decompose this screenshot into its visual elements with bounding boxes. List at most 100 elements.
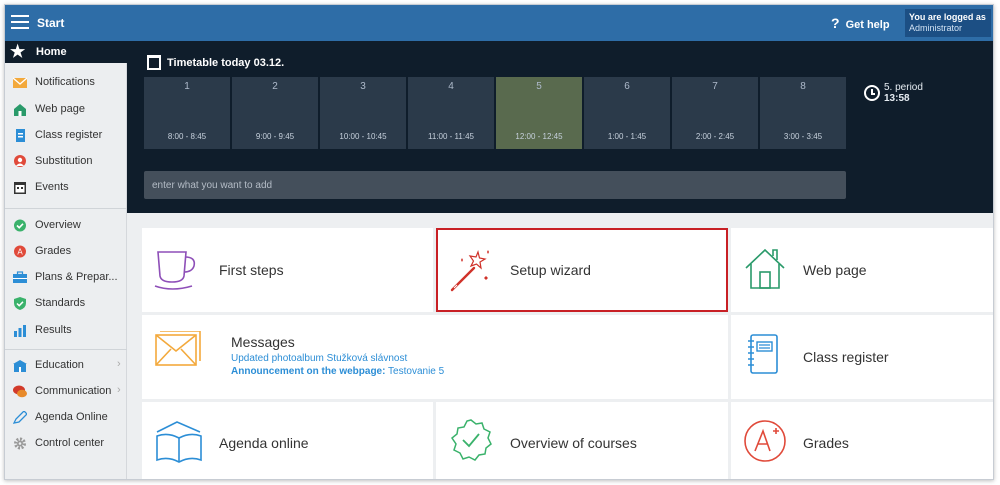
slot-time: 12:00 - 12:45 [515,132,563,141]
sidebar-item-events[interactable]: Events [5,178,127,198]
sidebar: ★ Home Notifications Web page Class regi… [5,41,127,479]
get-help-label: Get help [845,19,890,31]
tile-overview-of-courses[interactable]: Overview of courses [436,402,728,479]
username: Administrator [909,23,963,33]
slot-number: 4 [448,81,454,92]
current-period: 5. period 13:58 [884,82,923,104]
sidebar-item-grades[interactable]: A Grades [5,242,127,262]
timetable-panel: Timetable today 03.12. 1 8:00 - 8:45 2 9… [127,41,993,213]
bar-chart-icon [14,325,26,337]
announcement-label: Announcement on the webpage: [231,366,386,377]
slot-number: 7 [712,81,718,92]
sidebar-divider [5,349,127,350]
timetable-slot-3[interactable]: 3 10:00 - 10:45 [320,77,406,149]
slot-time: 10:00 - 10:45 [339,132,387,141]
calendar-icon [147,55,161,70]
slot-time: 8:00 - 8:45 [167,132,207,141]
sidebar-item-overview[interactable]: Overview [5,216,127,236]
tile-messages[interactable]: Messages Updated photoalbum Stužková slá… [142,315,728,399]
app-title: Start [37,16,65,30]
sidebar-item-web-page[interactable]: Web page [5,100,127,120]
question-icon: ? [831,15,840,31]
tile-class-register[interactable]: Class register [731,315,993,399]
tile-agenda-online[interactable]: Agenda online [142,402,433,479]
sidebar-item-label: Standards [35,297,86,309]
house-icon [745,248,785,289]
tile-title: Grades [803,435,849,451]
slot-time: 2:00 - 2:45 [695,132,735,141]
sidebar-item-label: Events [35,181,69,193]
timetable-slot-2[interactable]: 2 9:00 - 9:45 [232,77,318,149]
tile-first-steps[interactable]: First steps [142,228,433,312]
period-label: 5. period [884,82,923,93]
grade-a-plus-icon [744,420,786,462]
pen-icon [13,411,27,424]
chevron-right-icon: › [117,358,121,370]
envelope-icon [13,77,27,88]
announcement-value: Testovanie 5 [385,366,445,377]
teacup-icon [154,251,196,290]
envelope-icon [155,331,201,366]
tile-title: Agenda online [219,435,309,451]
briefcase-icon [13,271,27,283]
sidebar-item-notifications[interactable]: Notifications [5,73,127,93]
sidebar-item-control-center[interactable]: Control center [5,434,127,454]
sidebar-item-label: Results [35,324,72,336]
slot-number: 5 [536,81,542,92]
school-icon [13,360,27,372]
sidebar-item-label: Web page [35,103,85,115]
sidebar-item-label: Agenda Online [35,411,108,423]
house-icon [14,104,26,116]
tile-web-page[interactable]: Web page [731,228,993,312]
message-announcement[interactable]: Announcement on the webpage: Testovanie … [231,365,444,378]
sidebar-item-label: Plans & Prepar... [35,271,118,283]
tile-title: Messages [231,334,295,350]
check-badge-icon [450,419,492,461]
tile-title: First steps [219,262,284,278]
sidebar-item-label: Grades [35,245,72,257]
open-book-icon [156,421,202,463]
person-icon [14,155,26,167]
sidebar-item-education[interactable]: Education › [5,356,127,376]
sidebar-item-agenda-online[interactable]: Agenda Online [5,408,127,428]
dashboard-tiles: First steps Setup wizard Web page Messag… [127,213,993,479]
user-account-box[interactable]: You are logged as Administrator [905,9,991,37]
chat-icon [13,385,27,398]
timetable-slots: 1 8:00 - 8:45 2 9:00 - 9:45 3 10:00 - 10… [144,77,846,149]
timetable-slot-7[interactable]: 7 2:00 - 2:45 [672,77,758,149]
timetable-slot-1[interactable]: 1 8:00 - 8:45 [144,77,230,149]
slot-number: 6 [624,81,630,92]
magic-wand-icon [450,250,489,292]
add-entry-input[interactable] [144,171,846,199]
slot-time: 3:00 - 3:45 [783,132,823,141]
hamburger-menu-icon[interactable] [11,15,29,29]
tile-setup-wizard[interactable]: Setup wizard [436,228,728,312]
tile-title: Class register [803,349,889,365]
app-window: Start ? Get help You are logged as Admini… [4,4,994,480]
sidebar-item-label: Communication [35,385,112,397]
get-help-button[interactable]: ? Get help [831,15,890,31]
timetable-slot-4[interactable]: 4 11:00 - 11:45 [408,77,494,149]
tile-title: Overview of courses [510,435,637,451]
sidebar-item-class-register[interactable]: Class register [5,126,127,146]
slot-number: 3 [360,81,366,92]
sidebar-item-plans[interactable]: Plans & Prepar... [5,268,127,288]
messages-preview: Updated photoalbum Stužková slávnost Ann… [231,352,444,378]
svg-text:A: A [17,248,23,257]
message-link[interactable]: Updated photoalbum Stužková slávnost [231,352,444,365]
sidebar-item-communication[interactable]: Communication › [5,382,127,402]
sidebar-item-results[interactable]: Results [5,321,127,341]
timetable-slot-8[interactable]: 8 3:00 - 3:45 [760,77,846,149]
sidebar-item-label: Education [35,359,84,371]
sidebar-item-label: Overview [35,219,81,231]
timetable-slot-5-current[interactable]: 5 12:00 - 12:45 [496,77,582,149]
shield-check-icon [14,297,26,310]
timetable-slot-6[interactable]: 6 1:00 - 1:45 [584,77,670,149]
tile-grades[interactable]: Grades [731,402,993,479]
period-time: 13:58 [884,93,910,104]
notebook-icon [748,334,778,374]
sidebar-item-substitution[interactable]: Substitution [5,152,127,172]
sidebar-item-home[interactable]: ★ Home [5,41,127,63]
top-bar: Start ? Get help You are logged as Admini… [5,5,993,41]
sidebar-item-standards[interactable]: Standards [5,294,127,314]
